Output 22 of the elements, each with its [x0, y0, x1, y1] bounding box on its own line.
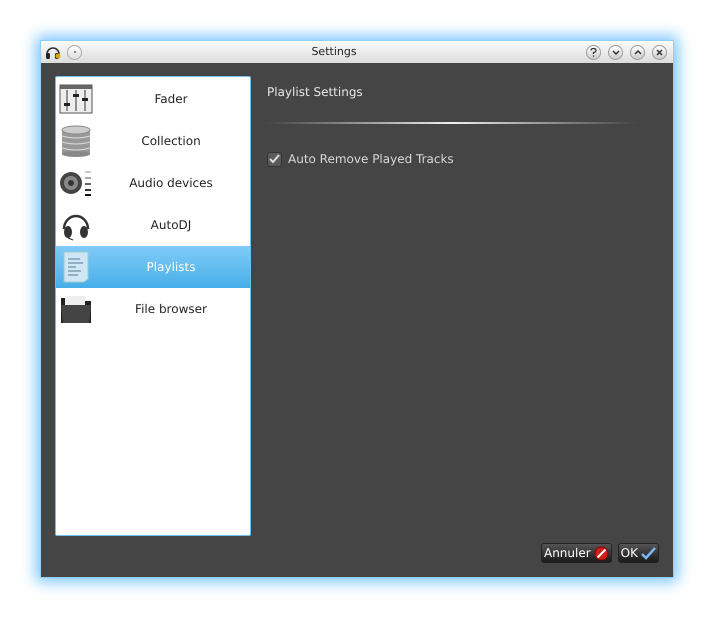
- help-button[interactable]: [586, 44, 601, 60]
- chevron-up-icon: [634, 50, 642, 54]
- cancel-button[interactable]: Annuler: [540, 543, 612, 563]
- question-icon: [590, 48, 597, 56]
- section-title: Playlist Settings: [267, 84, 364, 101]
- ok-button[interactable]: OK: [618, 543, 659, 563]
- maximize-button[interactable]: [630, 44, 645, 60]
- no-entry-icon: [594, 546, 609, 560]
- minimize-button[interactable]: [608, 44, 623, 60]
- close-icon: [656, 48, 663, 56]
- checkbox[interactable]: [267, 152, 282, 166]
- document-icon: [63, 251, 89, 283]
- database-icon: [60, 125, 92, 157]
- speaker-icon: [59, 168, 93, 198]
- headphones-icon[interactable]: [45, 45, 61, 59]
- window-title: Settings: [310, 44, 358, 60]
- checkmark-icon: [641, 546, 656, 560]
- chevron-down-icon: [612, 50, 620, 54]
- checkbox-option[interactable]: Auto Remove Played Tracks: [267, 150, 659, 168]
- close-button[interactable]: [652, 44, 667, 60]
- fader-icon: [59, 84, 93, 114]
- folder-icon: [60, 294, 92, 324]
